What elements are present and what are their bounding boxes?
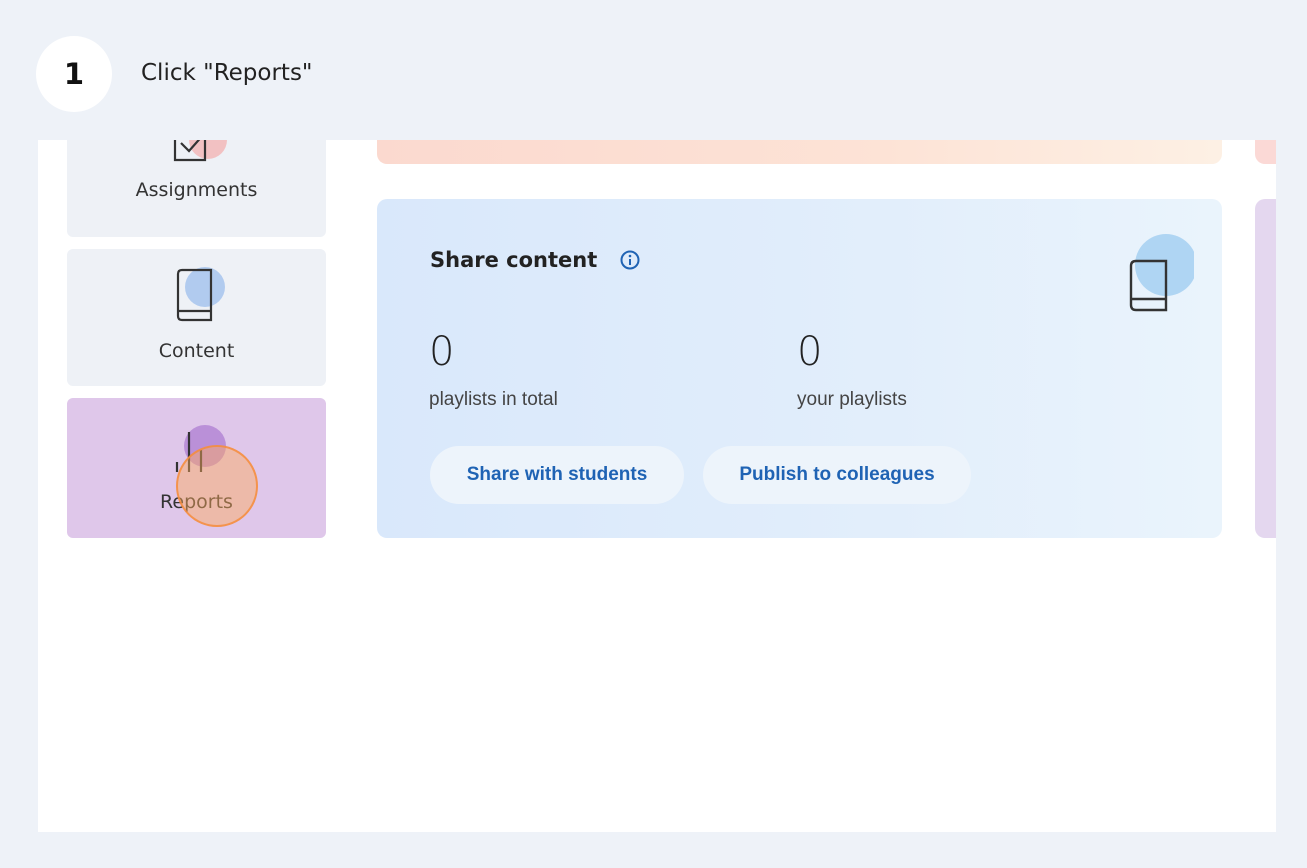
top-right-card-strip	[1255, 140, 1276, 164]
stat-value: 0	[429, 329, 455, 375]
step-instruction: Click "Reports"	[141, 60, 313, 86]
book-icon	[176, 267, 225, 322]
stat-playlists-total: 0 playlists in total	[429, 332, 558, 411]
assignment-check-icon	[173, 140, 227, 162]
app-screenshot-frame: Assignments Content Reports Share conten…	[38, 140, 1276, 832]
share-with-students-button[interactable]: Share with students	[430, 446, 684, 504]
step-number: 1	[63, 57, 85, 91]
top-card-strip	[377, 140, 1222, 164]
card-title: Share content	[430, 248, 598, 272]
sidebar-item-label: Assignments	[135, 179, 258, 201]
stat-value: 0	[797, 329, 823, 375]
step-number-badge: 1	[36, 36, 112, 112]
publish-to-colleagues-button[interactable]: Publish to colleagues	[703, 446, 971, 504]
click-target-highlight	[176, 445, 258, 527]
stat-label: your playlists	[797, 389, 907, 410]
stat-your-playlists: 0 your playlists	[797, 332, 907, 411]
info-icon[interactable]	[620, 250, 640, 270]
stat-label: playlists in total	[429, 389, 558, 410]
share-content-card: Share content 0 playlists in total 0 you…	[377, 199, 1222, 538]
sidebar-item-content[interactable]: Content	[67, 249, 326, 386]
sidebar-item-assignments[interactable]: Assignments	[67, 140, 326, 237]
sidebar-item-label: Content	[158, 340, 235, 362]
right-card-edge	[1255, 199, 1276, 538]
book-icon	[1129, 234, 1194, 312]
